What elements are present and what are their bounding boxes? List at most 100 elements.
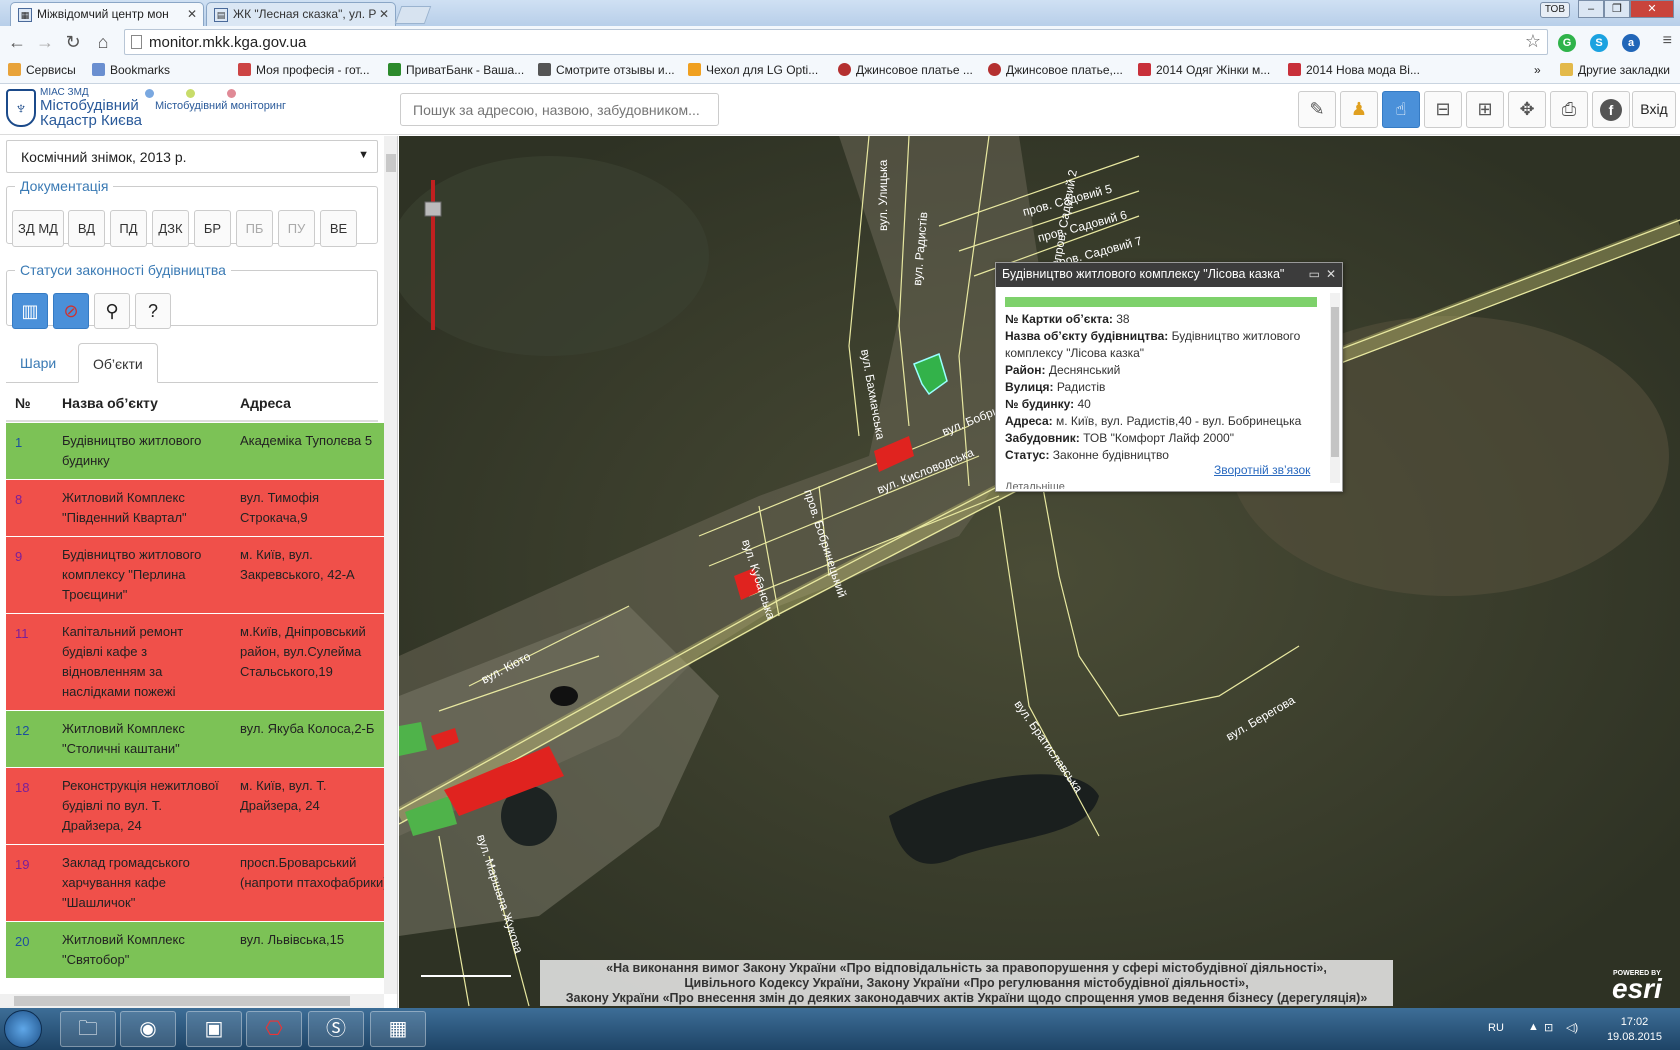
print-icon[interactable]: ⎙ [1550, 91, 1588, 128]
table-row[interactable]: 9 Будівництво житлового комплексу "Перли… [6, 537, 384, 614]
profile-badge[interactable]: ТОВ [1539, 2, 1570, 18]
doc-button-pu[interactable]: ПУ [278, 210, 315, 247]
show-hidden-icons-icon[interactable]: ▲ [1528, 1021, 1539, 1033]
doc-button-vd[interactable]: ВД [68, 210, 105, 247]
measure-ruler-icon[interactable]: ⊟ [1424, 91, 1462, 128]
doc-button-pb[interactable]: ПБ [236, 210, 273, 247]
feedback-link[interactable]: Зворотній зв’язок [1214, 463, 1310, 477]
home-icon[interactable]: ⌂ [92, 32, 114, 54]
table-row[interactable]: 18 Реконструкція нежитлової будівлі по в… [6, 768, 384, 845]
table-row[interactable]: 19 Заклад громадського харчування кафе "… [6, 845, 384, 922]
column-header-name[interactable]: Назва об’єкту [62, 395, 158, 411]
edit-icon[interactable]: ✎ [1298, 91, 1336, 128]
scrollbar-thumb[interactable] [386, 154, 396, 172]
address-bar[interactable]: monitor.mkk.kga.gov.ua ☆ [124, 29, 1548, 55]
monitoring-title[interactable]: Містобудівний моніторинг [155, 100, 286, 112]
search-input[interactable] [400, 93, 719, 126]
tab-layers[interactable]: Шари [6, 343, 70, 383]
field-value: Законне будівництво [1052, 448, 1169, 462]
row-number: 9 [15, 549, 23, 564]
table-row[interactable]: 8 Житловий Комплекс "Південний Квартал" … [6, 480, 384, 537]
row-address: вул. Якуба Колоса,2-Б [240, 721, 375, 736]
bookmark-item[interactable]: Моя професія - гот... [238, 63, 370, 77]
other-bookmarks-folder[interactable]: Другие закладки [1560, 63, 1670, 77]
illegal-building-icon[interactable]: ⊘ [53, 293, 89, 329]
under-review-search-icon[interactable]: ⚲ [94, 293, 130, 329]
basemap-select[interactable]: Космічний знімок, 2013 р. ▼ [6, 140, 378, 173]
chrome-icon[interactable]: ◉ [120, 1011, 176, 1047]
table-row[interactable]: 20 Житловий Комплекс "Святобор" вул. Льв… [6, 922, 384, 979]
bookmark-item[interactable]: 2014 Одяг Жінки м... [1138, 63, 1270, 77]
scrollbar-thumb[interactable] [14, 996, 350, 1006]
close-popup-icon[interactable]: ✕ [1326, 267, 1336, 281]
window-close-button[interactable]: ✕ [1630, 0, 1674, 18]
tab-close-icon[interactable]: ✕ [379, 7, 389, 21]
streetview-pegman-icon[interactable]: ♟ [1340, 91, 1378, 128]
clock[interactable]: 17:02 19.08.2015 [1607, 1015, 1662, 1045]
bookmark-item[interactable]: Bookmarks [92, 63, 170, 77]
table-row[interactable]: 11 Капітальний ремонт будівлі кафе з від… [6, 614, 384, 711]
popup-scrollbar[interactable] [1330, 293, 1340, 483]
browser-tab-active[interactable]: ▦ Міжвідомчий центр мон ✕ [10, 2, 204, 26]
url-text[interactable]: monitor.mkk.kga.gov.ua [149, 34, 306, 51]
acrobat-icon[interactable]: ⎔ [246, 1011, 302, 1047]
bookmark-item[interactable]: Смотрите отзывы и... [538, 63, 675, 77]
bookmarks-overflow-button[interactable]: » [1534, 63, 1541, 77]
login-button[interactable]: Вхід [1632, 91, 1676, 128]
identify-cursor-icon[interactable]: ☝ [1382, 91, 1420, 128]
legal-building-icon[interactable]: ▥ [12, 293, 48, 329]
maximize-button[interactable]: ❐ [1604, 0, 1630, 18]
reload-icon[interactable]: ↻ [62, 32, 84, 54]
layers-print-area-icon[interactable]: ⊞ [1466, 91, 1504, 128]
skype-extension-icon[interactable]: S [1590, 34, 1608, 52]
esri-logo[interactable]: POWERED BY esri [1612, 970, 1662, 1003]
skype-icon[interactable]: Ⓢ [308, 1011, 364, 1047]
bookmark-item[interactable]: Сервисы [8, 63, 76, 77]
doc-button-ve[interactable]: ВЕ [320, 210, 357, 247]
unknown-status-icon[interactable]: ? [135, 293, 171, 329]
facebook-icon[interactable]: f [1592, 91, 1630, 128]
doc-button-zd-md[interactable]: ЗД МД [12, 210, 64, 247]
bookmark-item[interactable]: ПриватБанк - Ваша... [388, 63, 524, 77]
sidebar-horizontal-scrollbar[interactable] [0, 994, 384, 1008]
back-arrow-icon[interactable]: ← [6, 32, 28, 54]
table-row[interactable]: 1 Будівництво житлового будинку Академік… [6, 423, 384, 480]
column-header-number[interactable]: № [15, 395, 31, 411]
table-row[interactable]: 12 Житловий Комплекс "Столичні каштани" … [6, 711, 384, 768]
logo-title[interactable]: Містобудівний Кадастр Києва [40, 98, 142, 128]
sidebar-vertical-scrollbar[interactable] [384, 136, 397, 994]
grammarly-extension-icon[interactable]: G [1558, 34, 1576, 52]
start-button[interactable] [4, 1010, 42, 1048]
language-indicator[interactable]: RU [1488, 1022, 1504, 1034]
library-icon[interactable]: ▣ [186, 1011, 242, 1047]
file-explorer-icon[interactable]: 🗀 [60, 1011, 116, 1047]
network-icon[interactable]: ⊡ [1544, 1021, 1553, 1034]
column-header-address[interactable]: Адреса [240, 395, 291, 411]
field-label: Статус: [1005, 448, 1050, 462]
bookmark-item[interactable]: 2014 Нова мода Ві... [1288, 63, 1420, 77]
bookmark-item[interactable]: Джинсовое платье,... [988, 63, 1123, 77]
account-extension-icon[interactable]: a [1622, 34, 1640, 52]
new-tab-button[interactable] [394, 6, 432, 24]
minimize-button[interactable]: – [1578, 0, 1604, 18]
bookmark-item[interactable]: Джинсовое платье ... [838, 63, 973, 77]
tab-close-icon[interactable]: ✕ [187, 7, 197, 21]
row-name: Заклад громадського харчування кафе "Шаш… [62, 855, 190, 910]
field-value: м. Київ, вул. Радистів,40 - вул. Бобрине… [1055, 414, 1302, 428]
forward-arrow-icon[interactable]: → [34, 32, 56, 54]
window-icon[interactable]: ▦ [370, 1011, 426, 1047]
bookmark-item[interactable]: Чехол для LG Opti... [688, 63, 818, 77]
doc-button-dzk[interactable]: ДЗК [152, 210, 189, 247]
zoom-slider-handle[interactable] [424, 201, 442, 217]
maximize-popup-icon[interactable]: ▭ [1309, 267, 1320, 281]
doc-button-br[interactable]: БР [194, 210, 231, 247]
details-link[interactable]: Детальніше [1005, 481, 1065, 489]
browser-menu-icon[interactable]: ≡ [1663, 32, 1672, 50]
browser-tab-inactive[interactable]: ▤ ЖК "Лесная сказка", ул. Р ✕ [206, 2, 396, 26]
volume-icon[interactable]: ◁) [1566, 1021, 1578, 1034]
doc-button-pd[interactable]: ПД [110, 210, 147, 247]
bookmark-star-icon[interactable]: ☆ [1525, 31, 1541, 52]
scrollbar-thumb[interactable] [1331, 307, 1339, 457]
full-extent-icon[interactable]: ✥ [1508, 91, 1546, 128]
tab-objects[interactable]: Об’єкти [78, 343, 158, 383]
